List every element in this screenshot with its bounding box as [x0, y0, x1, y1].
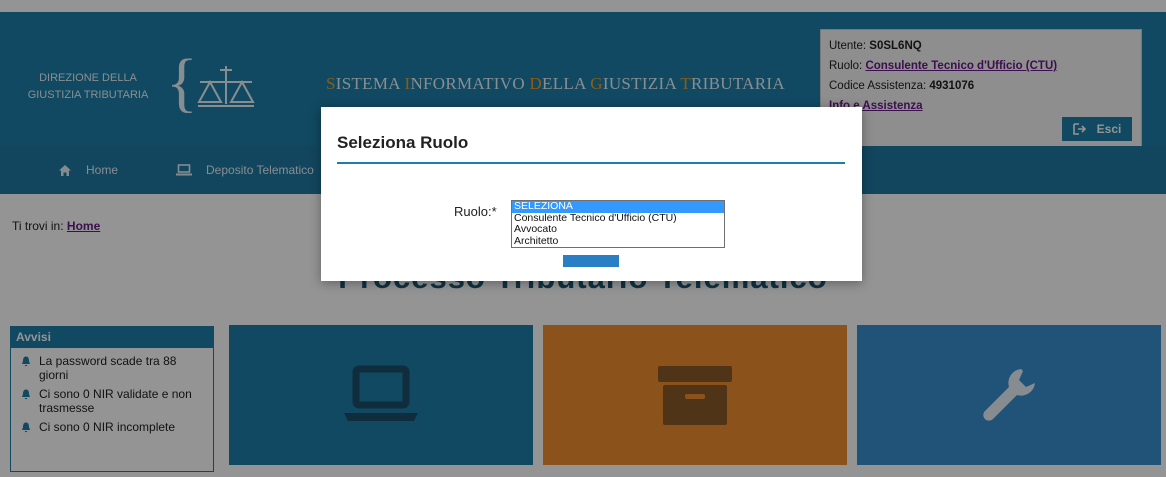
dialog-title: Seleziona Ruolo: [337, 133, 469, 152]
dialog-divider: [337, 162, 845, 164]
select-role-dialog: Seleziona Ruolo Ruolo:* SELEZIONA Consul…: [321, 107, 862, 281]
role-select-list[interactable]: SELEZIONA Consulente Tecnico d'Ufficio (…: [511, 200, 725, 248]
role-field-label: Ruolo:*: [454, 204, 497, 219]
role-option-avvocato[interactable]: Avvocato: [512, 223, 724, 236]
role-option-seleziona[interactable]: SELEZIONA: [512, 200, 724, 213]
role-option-architetto[interactable]: Architetto: [512, 235, 724, 248]
confirm-button[interactable]: [563, 255, 619, 267]
